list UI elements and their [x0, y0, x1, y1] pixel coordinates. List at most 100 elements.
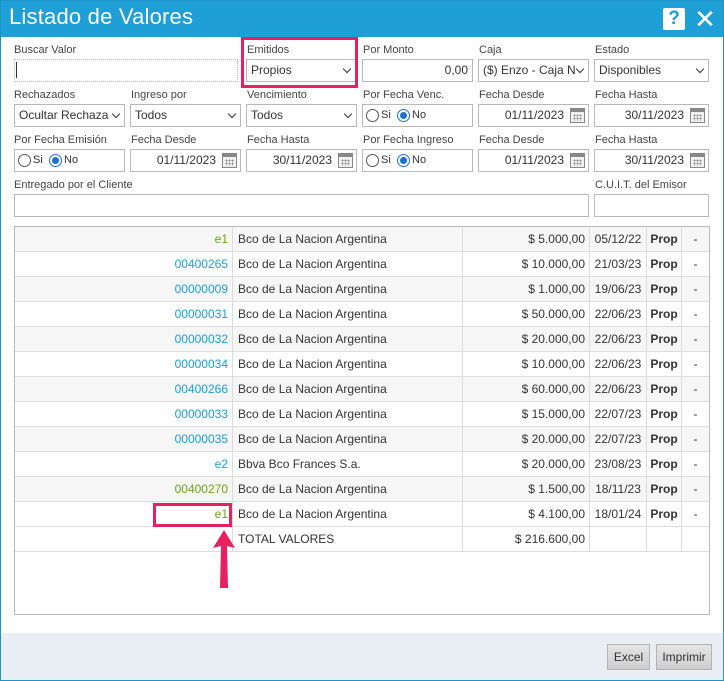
numero-cell[interactable]: 00400266 [15, 377, 233, 402]
importe-cell: $ 1.500,00 [463, 477, 590, 502]
estado-label: Estado [595, 44, 630, 56]
por-fecha-emision-radio-group: Si No [14, 149, 125, 172]
fecha-hasta-1-value: 30/11/2023 [624, 108, 684, 122]
calendar-icon[interactable] [690, 108, 705, 123]
numero-cell[interactable]: 00400270 [15, 477, 233, 502]
vencimiento-select[interactable]: Todos [246, 104, 357, 127]
calendar-icon[interactable] [222, 153, 237, 168]
excel-button[interactable]: Excel [607, 644, 650, 670]
ingreso-por-label: Ingreso por [131, 89, 187, 101]
table-row[interactable]: 00000031 Bco de La Nacion Argentina $ 50.0… [15, 302, 709, 327]
por-fecha-ingreso-no-radio[interactable] [397, 154, 410, 167]
importe-cell: $ 20.000,00 [463, 327, 590, 352]
importe-cell: $ 60.000,00 [463, 377, 590, 402]
fecha-desde-1-value: 01/11/2023 [504, 108, 564, 122]
help-icon[interactable]: ? [663, 8, 685, 30]
banco-cell: Bco de La Nacion Argentina [233, 502, 463, 527]
fecha-hasta-1-input[interactable]: 30/11/2023 [594, 104, 709, 127]
table-row[interactable]: 00000032 Bco de La Nacion Argentina $ 20.0… [15, 327, 709, 352]
fecha-hasta-3-input[interactable]: 30/11/2023 [594, 149, 709, 172]
por-fecha-emision-si-radio[interactable] [18, 154, 31, 167]
estado-select[interactable]: Disponibles [594, 59, 709, 82]
numero-cell[interactable]: 00400265 [15, 252, 233, 277]
fecha-cell: 18/11/23 [590, 477, 647, 502]
fecha-cell: 19/06/23 [590, 277, 647, 302]
cuit-emisor-input[interactable] [594, 194, 709, 217]
por-fecha-emision-no-radio[interactable] [49, 154, 62, 167]
tipo-cell: Prop [647, 252, 682, 277]
fecha-cell: 23/08/23 [590, 452, 647, 477]
total-empty-cell [590, 527, 647, 552]
close-icon[interactable]: ✕ [693, 6, 717, 32]
fecha-desde-2-input[interactable]: 01/11/2023 [130, 149, 241, 172]
por-monto-input[interactable]: 0,00 [362, 59, 473, 82]
total-empty-cell [682, 527, 709, 552]
banco-cell: Bco de La Nacion Argentina [233, 377, 463, 402]
table-row[interactable]: 00000035 Bco de La Nacion Argentina $ 20.0… [15, 427, 709, 452]
por-fecha-venc-no-radio[interactable] [397, 109, 410, 122]
fecha-desde-1-input[interactable]: 01/11/2023 [478, 104, 589, 127]
tipo-cell: Prop [647, 327, 682, 352]
numero-cell[interactable]: e1 [15, 227, 233, 252]
importe-cell: $ 5.000,00 [463, 227, 590, 252]
extra-cell: - [693, 407, 698, 421]
fecha-desde-3-input[interactable]: 01/11/2023 [478, 149, 589, 172]
table-row[interactable]: e1 Bco de La Nacion Argentina $ 5.000,00 05… [15, 227, 709, 252]
imprimir-button[interactable]: Imprimir [656, 644, 712, 670]
por-fecha-ingreso-si-radio[interactable] [366, 154, 379, 167]
numero-cell[interactable]: 00000035 [15, 427, 233, 452]
extra-cell: - [693, 482, 698, 496]
calendar-icon[interactable] [570, 108, 585, 123]
fecha-hasta-3-label: Fecha Hasta [595, 134, 658, 146]
tipo-cell: Prop [647, 352, 682, 377]
rechazados-select[interactable]: Ocultar Rechaza [14, 104, 125, 127]
fecha-cell: 22/06/23 [590, 352, 647, 377]
title-bar: Listado de Valores ? ✕ [1, 1, 723, 37]
por-monto-label: Por Monto [363, 44, 414, 56]
calendar-icon[interactable] [338, 153, 353, 168]
table-row[interactable]: 00000033 Bco de La Nacion Argentina $ 15.0… [15, 402, 709, 427]
listado-valores-dialog: Listado de Valores ? ✕ Buscar Valor Emit… [0, 0, 724, 681]
fecha-hasta-2-input[interactable]: 30/11/2023 [246, 149, 357, 172]
numero-cell[interactable]: 00000034 [15, 352, 233, 377]
rechazados-label: Rechazados [14, 89, 76, 101]
por-fecha-venc-radio-group: Si No [362, 104, 473, 127]
table-row[interactable]: 00400266 Bco de La Nacion Argentina $ 60.0… [15, 377, 709, 402]
por-fecha-venc-si-radio[interactable] [366, 109, 379, 122]
importe-cell: $ 20.000,00 [463, 427, 590, 452]
caja-select[interactable]: ($) Enzo - Caja N [478, 59, 589, 82]
calendar-icon[interactable] [570, 153, 585, 168]
numero-cell[interactable]: 00000032 [15, 327, 233, 352]
por-fecha-venc-label: Por Fecha Venc. [363, 89, 445, 101]
table-row[interactable]: e1 Bco de La Nacion Argentina $ 4.100,00 18… [15, 502, 709, 527]
calendar-icon[interactable] [690, 153, 705, 168]
total-label: TOTAL VALORES [233, 527, 463, 552]
por-fecha-emision-label: Por Fecha Emisión [14, 134, 107, 146]
fecha-desde-1-label: Fecha Desde [479, 89, 545, 101]
table-row[interactable]: e2 Bbva Bco Frances S.a. $ 20.000,00 23/08/… [15, 452, 709, 477]
entregado-por-input[interactable] [14, 194, 589, 217]
emitidos-select[interactable]: Propios [246, 59, 356, 82]
table-row[interactable]: 00000009 Bco de La Nacion Argentina $ 1.00… [15, 277, 709, 302]
importe-cell: $ 4.100,00 [463, 502, 590, 527]
numero-cell[interactable]: 00000009 [15, 277, 233, 302]
buscar-valor-input[interactable] [14, 59, 238, 82]
total-spacer-cell [15, 527, 233, 552]
fecha-hasta-3-value: 30/11/2023 [624, 153, 684, 167]
ingreso-por-select[interactable]: Todos [130, 104, 241, 127]
table-row[interactable]: 00400265 Bco de La Nacion Argentina $ 10.0… [15, 252, 709, 277]
extra-cell: - [693, 332, 698, 346]
banco-cell: Bco de La Nacion Argentina [233, 477, 463, 502]
por-fecha-venc-si-label: Si [381, 109, 391, 121]
fecha-desde-2-value: 01/11/2023 [156, 153, 216, 167]
extra-cell: - [693, 357, 698, 371]
importe-cell: $ 50.000,00 [463, 302, 590, 327]
numero-cell[interactable]: 00000031 [15, 302, 233, 327]
text-cursor [16, 62, 17, 78]
numero-cell[interactable]: 00000033 [15, 402, 233, 427]
fecha-cell: 18/01/24 [590, 502, 647, 527]
numero-cell[interactable]: e2 [15, 452, 233, 477]
table-row[interactable]: 00000034 Bco de La Nacion Argentina $ 10.0… [15, 352, 709, 377]
table-row[interactable]: 00400270 Bco de La Nacion Argentina $ 1.50… [15, 477, 709, 502]
numero-cell[interactable]: e1 [15, 502, 233, 527]
